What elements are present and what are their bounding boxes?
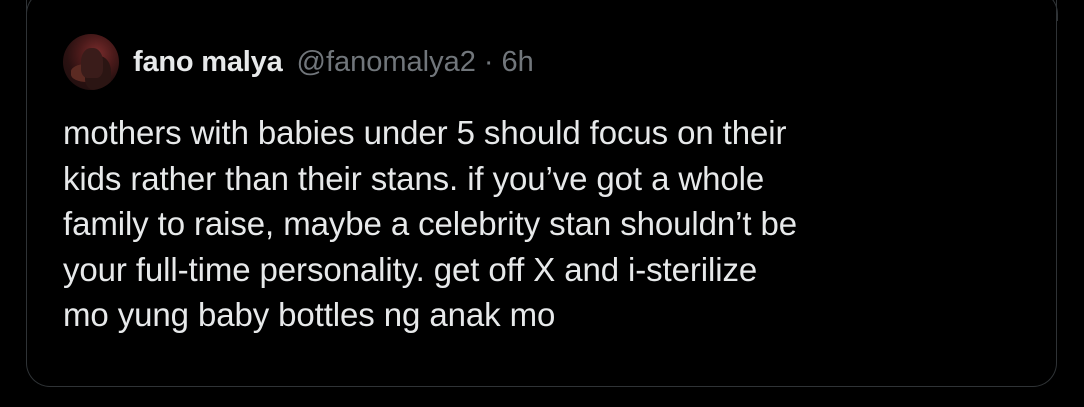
quoted-tweet-card[interactable]: fano malya @fanomalya2 · 6h mothers with…: [25, 0, 1058, 387]
tweet-text: mothers with babies under 5 should focus…: [63, 114, 797, 333]
separator-dot: ·: [483, 45, 494, 78]
author-handle[interactable]: @fanomalya2: [297, 46, 476, 79]
avatar[interactable]: [63, 34, 119, 90]
timestamp[interactable]: 6h: [502, 46, 534, 79]
author-name[interactable]: fano malya: [133, 46, 283, 79]
tweet-header: fano malya @fanomalya2 · 6h: [63, 34, 534, 90]
